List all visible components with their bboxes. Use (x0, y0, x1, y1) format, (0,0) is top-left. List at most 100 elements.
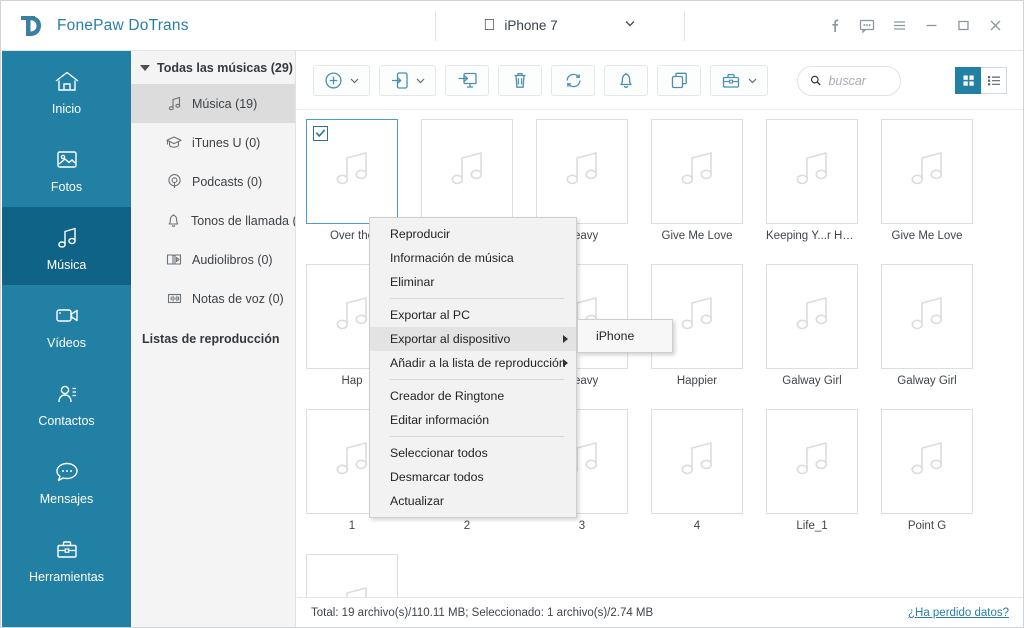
music-thumbnail[interactable] (881, 264, 973, 369)
toolbox-button[interactable] (710, 65, 768, 96)
grid-view-toggle[interactable] (955, 67, 981, 94)
music-note-placeholder-icon (788, 145, 836, 198)
music-tile[interactable]: Galway Girl (881, 264, 973, 387)
music-thumbnail[interactable] (881, 409, 973, 514)
triangle-down-icon (140, 64, 150, 71)
category-header[interactable]: Todas las músicas (29) (131, 51, 295, 84)
music-thumbnail[interactable] (421, 119, 513, 224)
add-button[interactable] (313, 65, 370, 96)
music-thumbnail[interactable] (651, 409, 743, 514)
music-tile[interactable]: 4 (651, 409, 743, 532)
search-box[interactable] (797, 65, 901, 96)
context-menu[interactable]: Reproducir Información de música Eliminar E… (369, 217, 577, 518)
export-to-device-button[interactable] (379, 65, 436, 96)
music-thumbnail[interactable] (306, 119, 398, 224)
chevron-down-icon (748, 78, 757, 84)
music-tile[interactable]: Keeping Y...r Head Up (766, 119, 858, 242)
music-thumbnail[interactable] (881, 119, 973, 224)
context-menu-item[interactable]: Actualizar (370, 489, 576, 513)
toolbox-icon (52, 533, 82, 563)
category-item-musica[interactable]: Música (19) (131, 84, 295, 123)
context-menu-item[interactable]: Seleccionar todos (370, 441, 576, 465)
feedback-button[interactable] (851, 9, 883, 43)
music-thumbnail[interactable] (306, 554, 398, 597)
search-input[interactable] (828, 73, 888, 88)
graduation-cap-icon (165, 134, 183, 152)
category-item-label: Tonos de llamada (1 (191, 213, 295, 228)
sidebar-item-musica[interactable]: Música (2, 207, 131, 285)
music-thumbnail[interactable] (766, 119, 858, 224)
music-note-placeholder-icon (903, 290, 951, 343)
lost-data-link[interactable]: ¿Ha perdido datos? (908, 607, 1009, 619)
category-item-itunes-u[interactable]: iTunes U (0) (131, 123, 295, 162)
sidebar-item-contactos[interactable]: Contactos (2, 363, 131, 441)
context-menu-item-label: Reproducir (390, 227, 451, 241)
delete-button[interactable] (498, 65, 542, 96)
sidebar-item-videos[interactable]: Vídeos (2, 285, 131, 363)
context-menu-item[interactable]: Desmarcar todos (370, 465, 576, 489)
music-tile[interactable]: Give Me Love (651, 119, 743, 242)
sidebar-item-inicio[interactable]: Inicio (2, 51, 131, 129)
music-tile[interactable]: Give Me Love (881, 119, 973, 242)
chevron-down-icon (416, 78, 425, 84)
search-area (797, 65, 901, 96)
music-tile-label: Happier (676, 375, 718, 387)
export-to-pc-button[interactable] (445, 65, 489, 96)
context-menu-item[interactable]: Reproducir (370, 222, 576, 246)
context-menu-item[interactable]: Información de música (370, 246, 576, 270)
category-item-notas-de-voz[interactable]: Notas de voz (0) (131, 279, 295, 318)
maximize-button[interactable] (947, 9, 979, 43)
ringtone-button[interactable] (604, 65, 648, 96)
music-tile[interactable] (306, 554, 398, 597)
apple-icon:  (483, 17, 495, 34)
submenu-item-iphone[interactable]: iPhone (578, 324, 672, 348)
category-item-podcasts[interactable]: Podcasts (0) (131, 162, 295, 201)
chevron-down-icon[interactable] (623, 16, 637, 35)
context-menu-item[interactable]: Añadir a la lista de reproducción (370, 351, 576, 375)
music-tile[interactable]: Life_1 (766, 409, 858, 532)
sidebar-item-label: Herramientas (28, 569, 105, 584)
music-note-placeholder-icon (328, 145, 376, 198)
grid-view-icon (963, 75, 974, 86)
export-phone-icon (392, 72, 408, 89)
context-menu-item[interactable]: Exportar al dispositivo (370, 327, 576, 351)
photo-icon (52, 143, 82, 173)
music-thumbnail[interactable] (766, 264, 858, 369)
context-menu-item-label: Eliminar (390, 275, 435, 289)
music-tile-label: Galway Girl (897, 375, 957, 387)
music-thumbnail[interactable] (651, 119, 743, 224)
context-menu-item[interactable]: Eliminar (370, 270, 576, 294)
playlists-header[interactable]: Listas de reproducción (131, 326, 295, 352)
context-menu-item[interactable]: Exportar al PC (370, 303, 576, 327)
music-tile[interactable]: Point G (881, 409, 973, 532)
context-menu-item-label: Exportar al dispositivo (390, 332, 511, 346)
sidebar-item-mensajes[interactable]: Mensajes (2, 441, 131, 519)
context-menu-item[interactable]: Creador de Ringtone (370, 384, 576, 408)
tile-checkbox[interactable] (313, 126, 328, 141)
status-bar: Total: 19 archivo(s)/110.11 MB; Seleccio… (297, 597, 1023, 627)
music-thumbnail[interactable] (536, 119, 628, 224)
refresh-button[interactable] (551, 65, 595, 96)
facebook-button[interactable] (819, 9, 851, 43)
deduplicate-button[interactable] (657, 65, 701, 96)
menu-button[interactable] (883, 9, 915, 43)
copy-icon (671, 72, 687, 89)
music-thumbnail[interactable] (651, 264, 743, 369)
list-view-toggle[interactable] (981, 67, 1007, 94)
sidebar-item-label: Contactos (38, 413, 95, 428)
music-tile-label: 2 (463, 520, 471, 532)
device-selector[interactable]:  iPhone 7 (435, 10, 685, 41)
close-button[interactable] (979, 9, 1011, 43)
context-menu-item[interactable]: Editar información (370, 408, 576, 432)
sidebar-item-fotos[interactable]: Fotos (2, 129, 131, 207)
category-item-audiolibros[interactable]: Audiolibros (0) (131, 240, 295, 279)
music-thumbnail[interactable] (766, 409, 858, 514)
context-submenu[interactable]: iPhone (577, 319, 673, 353)
music-tile-label: Give Me Love (661, 230, 733, 242)
music-tile[interactable]: Galway Girl (766, 264, 858, 387)
message-bubble-icon (52, 455, 82, 485)
menu-separator (390, 298, 564, 299)
category-item-tonos-de-llamada[interactable]: Tonos de llamada (1 (131, 201, 295, 240)
sidebar-item-herramientas[interactable]: Herramientas (2, 519, 131, 597)
minimize-button[interactable] (915, 9, 947, 43)
